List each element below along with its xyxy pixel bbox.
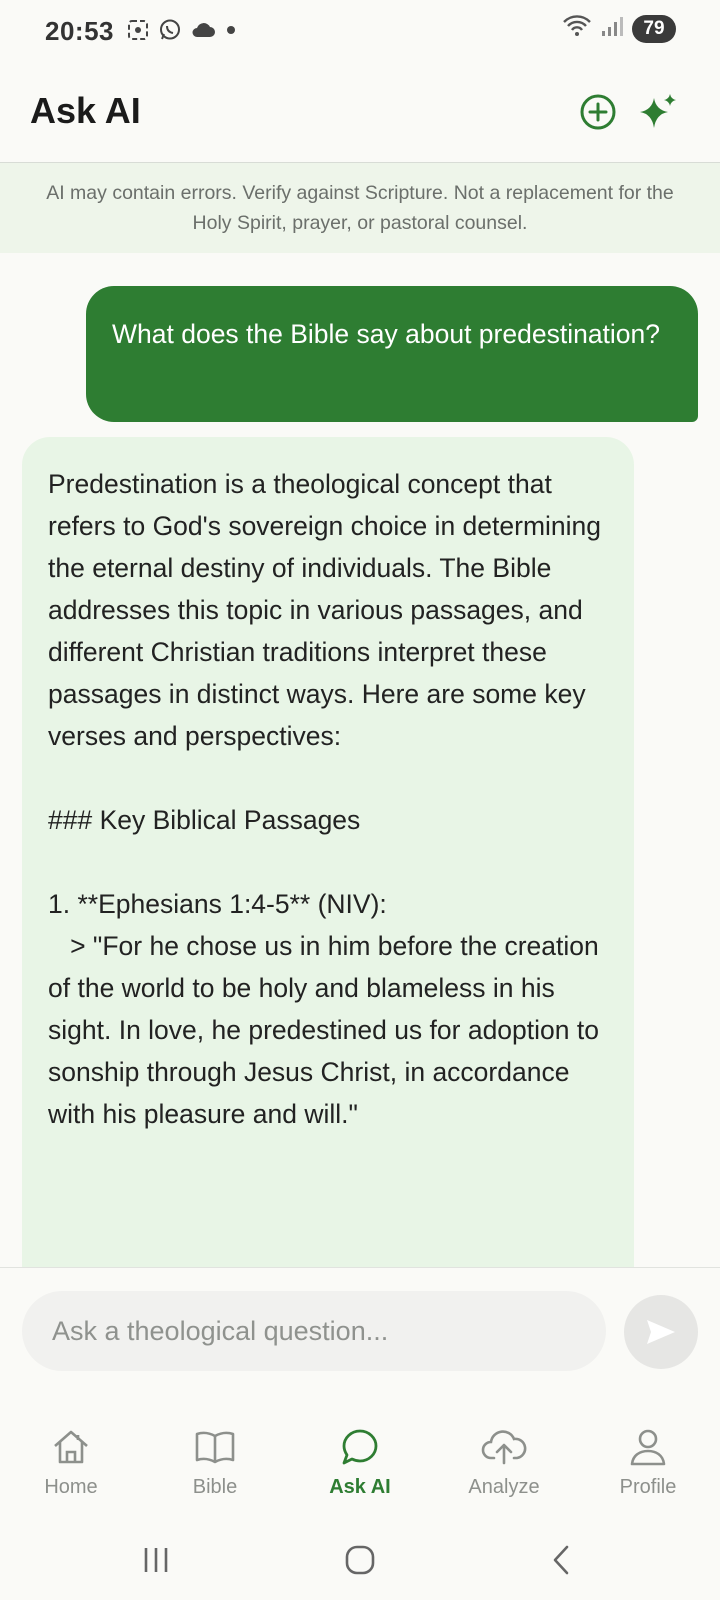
status-time: 20:53 — [45, 16, 114, 46]
nav-label-bible: Bible — [192, 1476, 238, 1498]
home-circle-icon — [345, 1545, 375, 1575]
nav-item-analyze[interactable]: Analyze — [444, 1426, 564, 1506]
nav-label-ask-ai: Ask AI — [329, 1476, 391, 1498]
back-chevron-icon — [553, 1545, 569, 1575]
notification-icons — [126, 18, 238, 47]
plus-circle-icon — [580, 94, 616, 130]
ask-ai-screen: 20:53 79 Ask AI AI may contain errors. V… — [0, 0, 720, 1600]
chat-messages[interactable]: What does the Bible say about predestina… — [0, 253, 720, 1267]
recent-apps-button[interactable] — [126, 1536, 186, 1584]
ai-message-bubble: Predestination is a theological concept … — [22, 437, 634, 1267]
ai-sparkle-button[interactable] — [634, 88, 682, 136]
home-icon — [54, 1430, 88, 1464]
sparkle-icon — [640, 94, 676, 128]
user-message-bubble: What does the Bible say about predestina… — [86, 286, 698, 422]
send-button[interactable] — [624, 1295, 698, 1369]
ai-disclaimer-banner: AI may contain errors. Verify against Sc… — [0, 163, 720, 253]
cloud-upload-icon — [481, 1430, 527, 1465]
whatsapp-icon — [158, 18, 182, 47]
dot-icon — [224, 23, 238, 42]
nav-item-bible[interactable]: Bible — [155, 1426, 275, 1506]
question-input[interactable] — [22, 1291, 606, 1371]
home-system-button[interactable] — [330, 1536, 390, 1584]
disclaimer-text: AI may contain errors. Verify against Sc… — [46, 182, 674, 234]
status-bar: 20:53 79 — [0, 0, 720, 64]
nav-item-home[interactable]: Home — [11, 1426, 131, 1506]
battery-indicator: 79 — [632, 14, 676, 43]
system-status-icons: 79 — [562, 14, 676, 43]
question-input-bar — [0, 1267, 720, 1393]
new-chat-button[interactable] — [574, 88, 622, 136]
back-button[interactable] — [532, 1536, 592, 1584]
page-title: Ask AI — [30, 90, 141, 131]
chat-icon — [342, 1429, 378, 1465]
book-icon — [195, 1431, 235, 1464]
wifi-icon — [562, 14, 592, 43]
screenshot-icon — [126, 18, 150, 47]
app-header: Ask AI — [0, 64, 720, 163]
system-navigation-bar — [0, 1520, 720, 1600]
user-message-text: What does the Bible say about predestina… — [112, 319, 661, 349]
nav-label-analyze: Analyze — [468, 1476, 540, 1498]
signal-icon — [600, 14, 624, 43]
nav-label-home: Home — [44, 1476, 98, 1498]
nav-label-profile: Profile — [619, 1476, 677, 1498]
ai-message-text: Predestination is a theological concept … — [48, 469, 602, 1129]
nav-item-profile[interactable]: Profile — [588, 1426, 708, 1506]
recent-apps-icon — [144, 1548, 168, 1572]
send-icon — [647, 1320, 675, 1344]
nav-item-ask-ai[interactable]: Ask AI — [300, 1426, 420, 1506]
cloud-icon — [190, 20, 216, 45]
bottom-navigation: Home Bible Ask AI Analyze Profile — [0, 1392, 720, 1520]
person-icon — [630, 1429, 666, 1466]
